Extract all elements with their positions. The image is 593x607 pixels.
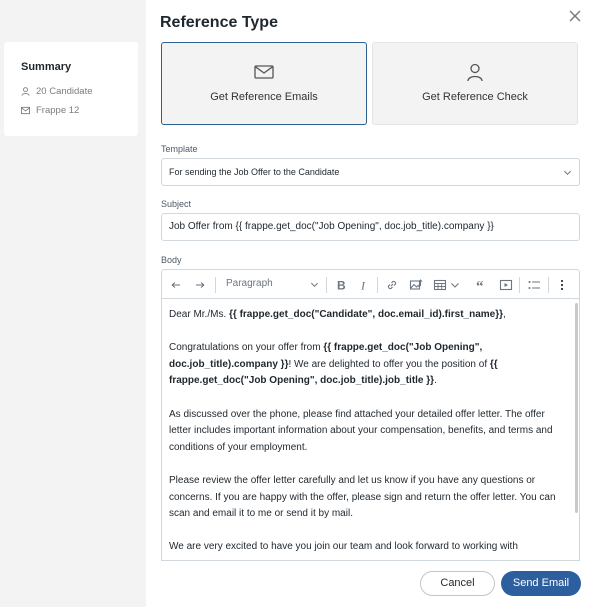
toolbar-divider [548, 277, 549, 293]
toolbar-divider [215, 277, 216, 293]
summary-opening-label: Frappe 12 [36, 105, 80, 116]
subject-input[interactable]: Job Offer from {{ frappe.get_doc("Job Op… [161, 213, 580, 241]
body-editor[interactable]: Dear Mr./Ms. {{ frappe.get_doc("Candidat… [161, 299, 580, 561]
body-text: Congratulations on your offer from [169, 342, 324, 354]
body-text: . [434, 375, 437, 387]
body-label: Body [161, 255, 182, 265]
toolbar-divider [519, 277, 520, 293]
user-icon [467, 63, 483, 82]
summary-candidate-label: 20 Candidate [36, 86, 93, 97]
undo-icon[interactable] [168, 277, 184, 293]
option-label: Get Reference Check [422, 91, 528, 103]
body-paragraph: As discussed over the phone, please find… [169, 408, 553, 453]
option-reference-check[interactable]: Get Reference Check [372, 42, 578, 125]
link-icon[interactable] [384, 277, 400, 293]
summary-opening: Frappe 12 [21, 105, 79, 116]
summary-title: Summary [21, 61, 72, 73]
reference-dialog: Reference Type Get Reference Emails Get … [146, 0, 593, 607]
body-content: Dear Mr./Ms. {{ frappe.get_doc("Candidat… [162, 299, 579, 556]
summary-card: Summary 20 Candidate Frappe 12 [4, 42, 138, 136]
body-paragraph: Please review the offer letter carefully… [169, 474, 556, 520]
body-text: Dear Mr./Ms. [169, 309, 230, 320]
table-icon[interactable] [432, 277, 448, 293]
subject-value: Job Offer from {{ frappe.get_doc("Job Op… [169, 221, 494, 232]
body-paragraph: We are very excited to have you join our… [169, 541, 518, 553]
body-text: , [503, 309, 506, 320]
body-paragraph: Dear Mr./Ms. {{ frappe.get_doc("Candidat… [169, 307, 569, 324]
close-icon[interactable] [568, 9, 582, 23]
mail-icon [21, 106, 30, 115]
dialog-title: Reference Type [160, 14, 278, 31]
paragraph-select[interactable]: Paragraph [226, 278, 273, 289]
body-paragraph: Congratulations on your offer from {{ fr… [169, 340, 569, 390]
send-email-button[interactable]: Send Email [501, 571, 581, 596]
bulleted-list-icon[interactable] [526, 277, 542, 293]
editor-scrollbar[interactable] [575, 303, 578, 513]
summary-candidate: 20 Candidate [21, 86, 93, 97]
template-select[interactable]: For sending the Job Offer to the Candida… [161, 158, 580, 186]
editor-toolbar: Paragraph B I “ [161, 269, 580, 299]
chevron-down-icon [563, 170, 572, 176]
quote-icon[interactable]: “ [474, 277, 490, 293]
italic-icon[interactable]: I [356, 277, 372, 293]
option-label: Get Reference Emails [210, 91, 318, 103]
bold-icon[interactable]: B [333, 277, 349, 293]
svg-text:“: “ [476, 279, 484, 292]
template-variable: {{ frappe.get_doc("Candidate", doc.email… [229, 309, 504, 320]
mail-icon [254, 65, 274, 79]
template-value: For sending the Job Offer to the Candida… [169, 167, 340, 177]
svg-text:I: I [360, 279, 366, 293]
redo-icon[interactable] [192, 277, 208, 293]
toolbar-divider [377, 277, 378, 293]
chevron-down-icon[interactable] [310, 280, 319, 289]
toolbar-divider [326, 277, 327, 293]
template-label: Template [161, 144, 198, 154]
cancel-button[interactable]: Cancel [420, 571, 495, 596]
svg-text:B: B [337, 279, 346, 293]
option-reference-emails[interactable]: Get Reference Emails [161, 42, 367, 125]
user-icon [21, 87, 30, 96]
more-options-icon[interactable] [554, 277, 570, 293]
body-text: ! We are delighted to offer you the posi… [288, 358, 490, 370]
chevron-down-icon[interactable] [447, 277, 463, 293]
sidebar: Summary 20 Candidate Frappe 12 [0, 0, 146, 607]
image-upload-icon[interactable] [408, 277, 424, 293]
media-embed-icon[interactable] [498, 277, 514, 293]
subject-label: Subject [161, 199, 192, 209]
